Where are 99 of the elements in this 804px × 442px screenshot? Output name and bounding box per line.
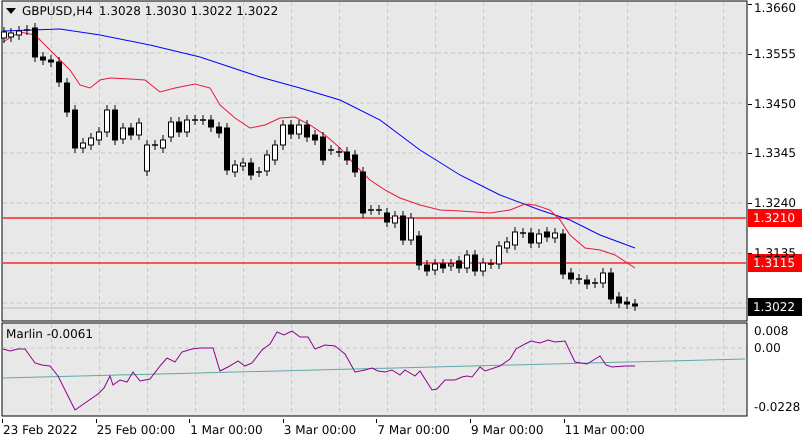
candlestick xyxy=(440,258,446,274)
candlestick xyxy=(288,120,294,140)
candlestick xyxy=(312,130,318,146)
candlestick xyxy=(144,140,150,176)
current-price-label: 1.3022 xyxy=(748,298,802,316)
candlestick xyxy=(72,104,78,154)
candlestick xyxy=(336,146,342,158)
price-axis-label: 1.3450 xyxy=(754,96,796,112)
candlestick xyxy=(536,228,542,248)
candlestick xyxy=(448,258,454,272)
time-axis-label: 9 Mar 00:00 xyxy=(471,422,544,438)
candlestick xyxy=(16,26,22,40)
candlestick xyxy=(184,114,190,138)
candlestick xyxy=(520,228,526,238)
candlestick xyxy=(56,56,62,88)
candlestick xyxy=(296,120,302,140)
candlestick xyxy=(152,140,158,150)
candlestick xyxy=(400,210,406,246)
dropdown-triangle-icon[interactable] xyxy=(6,8,16,14)
time-axis-label: 23 Feb 2022 xyxy=(3,422,78,438)
candlestick xyxy=(584,274,590,290)
candlestick xyxy=(544,226,550,242)
candlestick xyxy=(272,140,278,166)
candlestick xyxy=(40,52,46,66)
candlestick xyxy=(560,228,566,280)
candlestick xyxy=(264,150,270,176)
candlestick xyxy=(392,210,398,228)
candlestick xyxy=(128,122,134,140)
candlestick xyxy=(464,250,470,274)
candlestick xyxy=(528,228,534,248)
candlestick xyxy=(256,166,262,178)
price-axis-label: 1.3555 xyxy=(754,46,796,62)
candlestick xyxy=(280,120,286,150)
candlestick xyxy=(384,208,390,228)
chart-symbol-title: GBPUSD,H4 xyxy=(22,4,93,18)
time-axis-label: 25 Feb 00:00 xyxy=(96,422,176,438)
candlestick xyxy=(112,104,118,146)
indicator-label: Marlin -0.0061 xyxy=(6,327,94,341)
candlestick xyxy=(64,78,70,118)
candlestick xyxy=(624,296,630,310)
price-axis-label: 1.3345 xyxy=(754,145,796,162)
candlestick xyxy=(512,226,518,250)
candlestick xyxy=(600,268,606,288)
candlestick xyxy=(224,122,230,176)
ohlc-values: 1.3028 1.3030 1.3022 1.3022 xyxy=(98,4,278,18)
candlestick xyxy=(32,22,38,62)
time-axis-label: 3 Mar 00:00 xyxy=(284,422,356,438)
candlestick xyxy=(208,114,214,132)
candlestick xyxy=(176,116,182,138)
candlestick xyxy=(632,298,638,312)
candlestick xyxy=(200,114,206,126)
time-axis-label: 11 Mar 00:00 xyxy=(564,422,645,438)
price-level-label: 1.3210 xyxy=(748,209,802,227)
candlestick xyxy=(328,144,334,156)
candlestick xyxy=(472,250,478,276)
indicator-axis-label: 0.00 xyxy=(754,340,781,356)
candlestick xyxy=(24,24,30,36)
candlestick xyxy=(320,132,326,166)
candlestick xyxy=(616,292,622,308)
candlestick xyxy=(592,278,598,288)
candlestick xyxy=(496,240,502,270)
candlestick xyxy=(80,138,86,154)
candlestick xyxy=(416,230,422,270)
candlestick xyxy=(248,158,254,180)
candlestick xyxy=(504,236,510,254)
candlestick xyxy=(608,268,614,304)
candlestick xyxy=(480,258,486,276)
candlestick xyxy=(160,134,166,154)
candlestick xyxy=(120,122,126,144)
price-axis-label: 1.3240 xyxy=(754,195,796,212)
candlestick xyxy=(488,258,494,270)
candlestick xyxy=(576,274,582,284)
candlestick xyxy=(456,256,462,274)
time-axis-label: 7 Mar 00:00 xyxy=(377,422,450,438)
candlestick xyxy=(104,104,110,138)
candlestick xyxy=(240,158,246,172)
candlestick xyxy=(136,118,142,140)
candlestick xyxy=(48,54,54,68)
candlestick xyxy=(376,204,382,216)
candlestick xyxy=(568,268,574,284)
candlestick xyxy=(304,120,310,142)
candlestick xyxy=(192,114,198,126)
candlestick xyxy=(368,204,374,216)
candlestick xyxy=(344,146,350,166)
candlestick xyxy=(424,260,430,276)
candlestick xyxy=(168,116,174,142)
candlestick xyxy=(552,228,558,244)
candlestick xyxy=(232,160,238,178)
indicator-axis-label: 0.008 xyxy=(754,323,788,339)
indicator-axis-label: -0.0228 xyxy=(754,399,800,415)
candlestick xyxy=(352,150,358,178)
candlestick xyxy=(360,166,366,218)
candlestick xyxy=(408,212,414,246)
candlestick xyxy=(216,122,222,138)
candlestick xyxy=(96,126,102,146)
price-axis-label: 1.3660 xyxy=(754,0,796,16)
candlestick xyxy=(432,258,438,276)
time-axis-label: 1 Mar 00:00 xyxy=(190,422,263,438)
candlestick xyxy=(88,132,94,150)
